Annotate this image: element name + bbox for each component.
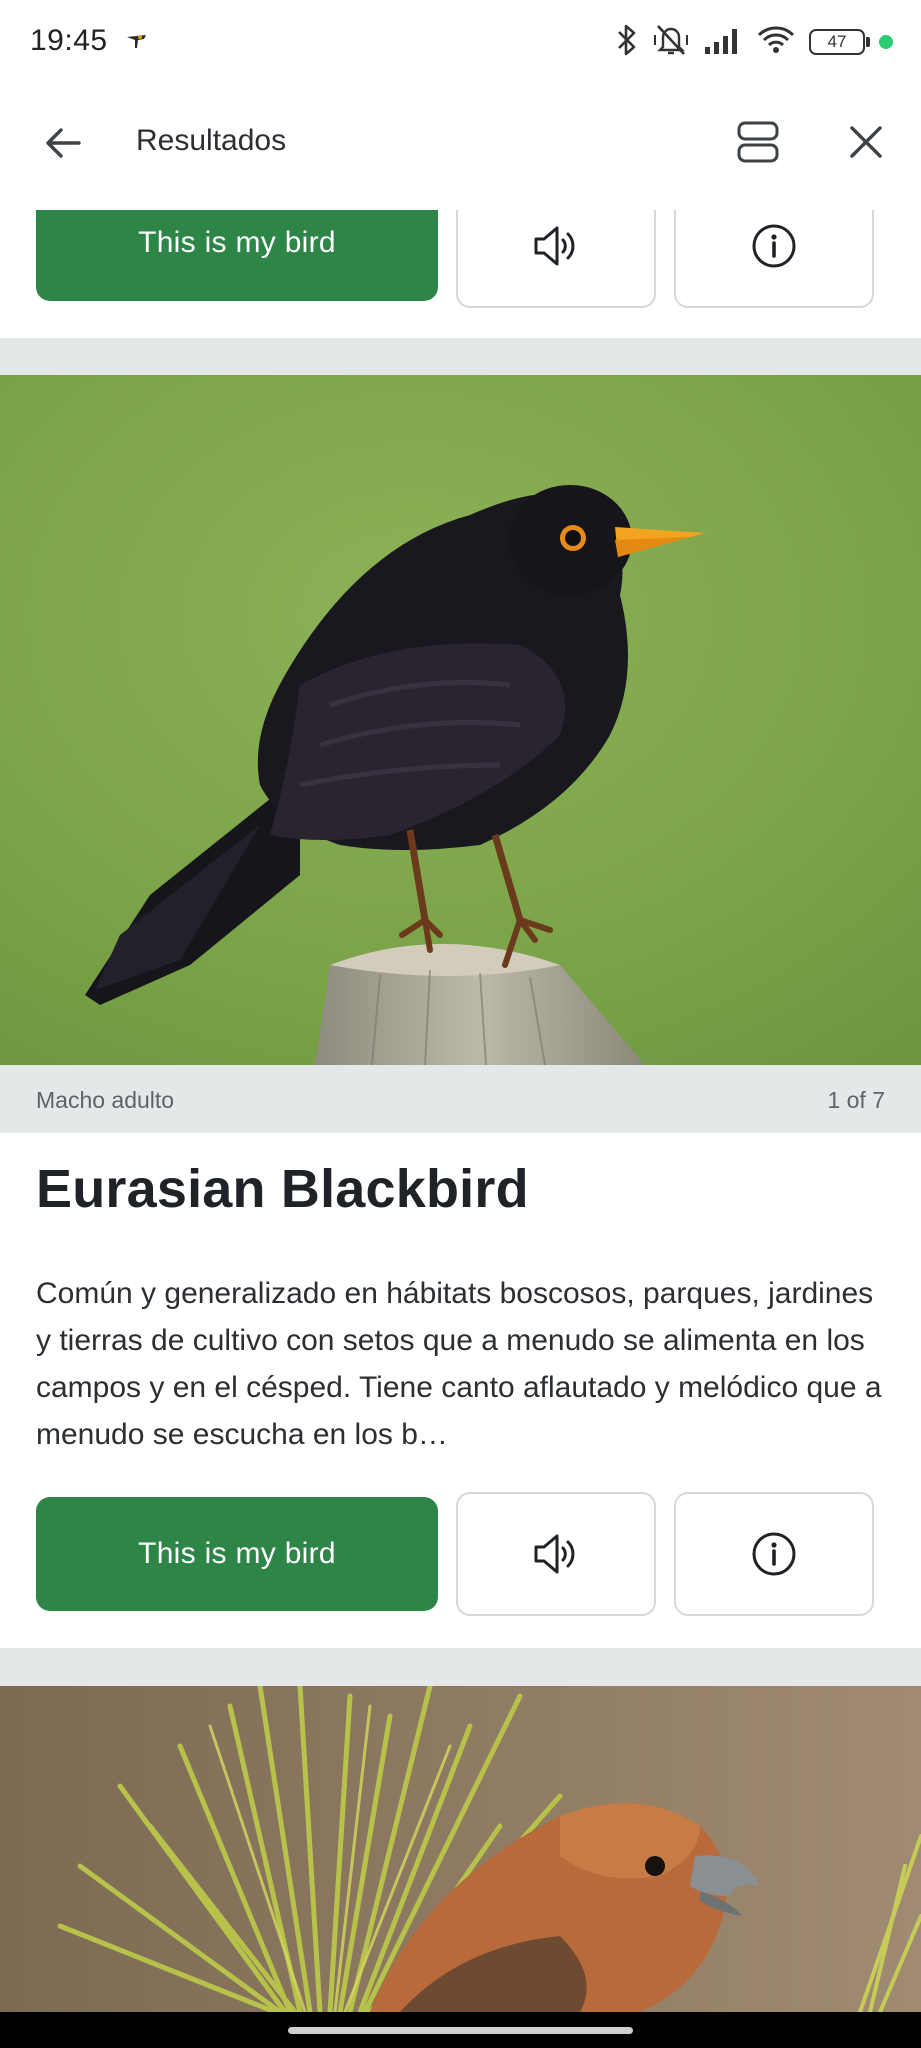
bird-photo[interactable] [0, 375, 921, 1065]
status-time: 19:45 [30, 24, 108, 57]
status-bar: 19:45 47 [0, 0, 921, 84]
privacy-indicator-dot [879, 35, 893, 49]
back-button[interactable] [34, 114, 92, 172]
photo-caption-bar: Macho adulto 1 of 7 [0, 1065, 921, 1133]
mute-vibrate-icon [653, 23, 689, 62]
info-icon [752, 224, 796, 268]
this-is-my-bird-button[interactable]: This is my bird [36, 1497, 438, 1611]
layout-toggle-button[interactable] [728, 112, 788, 172]
signal-icon [703, 25, 743, 60]
home-gesture-handle[interactable] [288, 2027, 633, 2034]
main-card-actions: This is my bird [36, 1492, 876, 1616]
species-name: Eurasian Blackbird [36, 1159, 529, 1219]
back-arrow-icon [46, 128, 81, 158]
play-sound-button[interactable] [456, 1492, 656, 1616]
photo-counter: 1 of 7 [827, 1087, 885, 1113]
system-navigation-bar [0, 2012, 921, 2048]
app-bird-icon [124, 28, 152, 56]
bluetooth-icon [615, 23, 639, 62]
layout-toggle-icon [737, 121, 779, 163]
bird-photo[interactable] [0, 1686, 921, 2012]
battery-icon: 47 [809, 29, 870, 55]
species-description: Común y generalizado en hábitats boscoso… [36, 1277, 882, 1451]
status-icons: 47 [615, 22, 893, 62]
close-button[interactable] [836, 112, 896, 172]
info-icon [752, 1532, 796, 1576]
app-bar: Resultados [0, 84, 921, 210]
species-info-button[interactable] [674, 1492, 874, 1616]
page-title: Resultados [136, 124, 287, 157]
wifi-icon [757, 25, 795, 60]
speaker-icon [534, 1534, 575, 1574]
photo-caption: Macho adulto [36, 1087, 175, 1113]
card-divider [0, 1648, 921, 1686]
speaker-icon [534, 226, 575, 266]
card-divider [0, 338, 921, 375]
close-icon [850, 126, 882, 158]
